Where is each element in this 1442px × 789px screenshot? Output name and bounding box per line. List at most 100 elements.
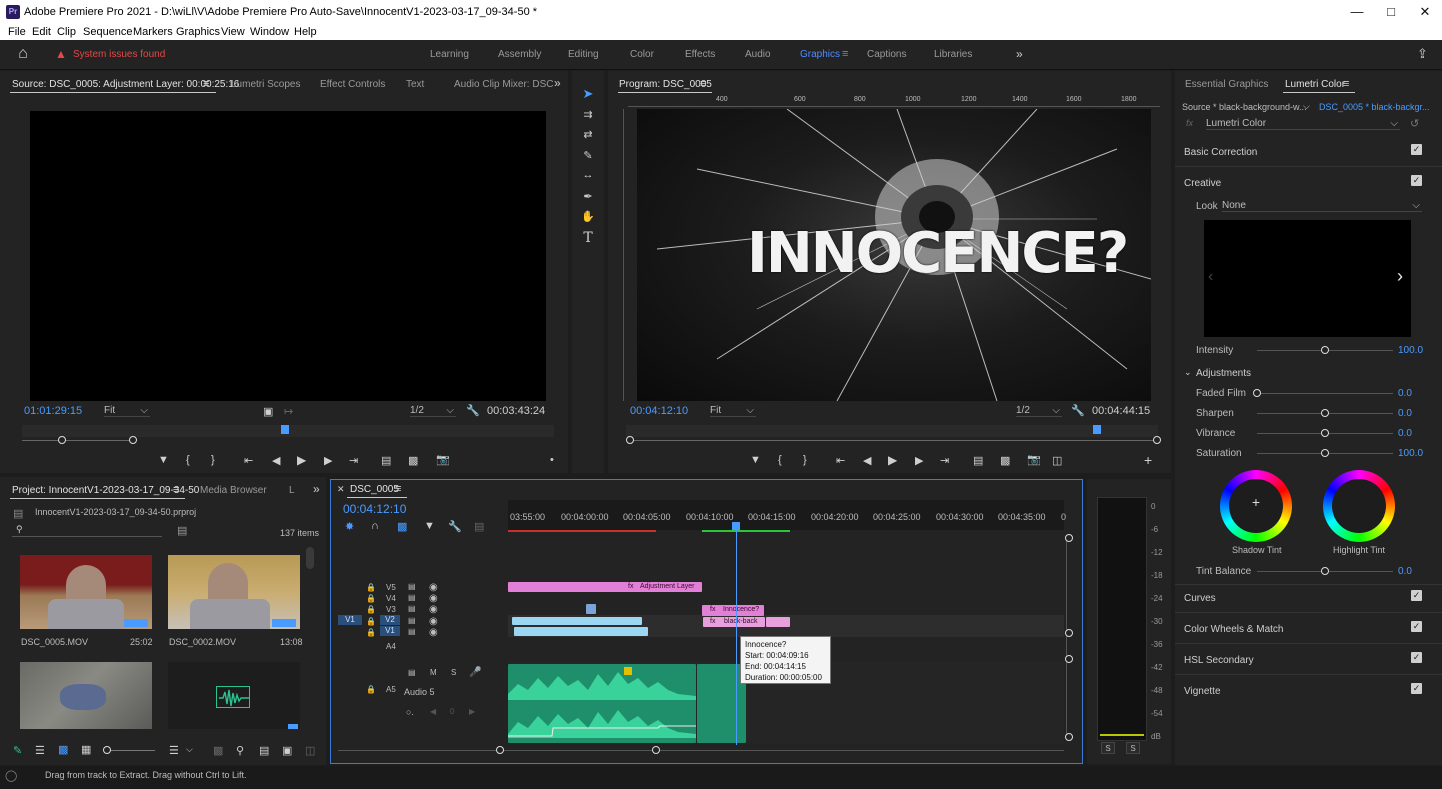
menu-clip[interactable]: Clip — [57, 26, 76, 38]
look-select[interactable]: None ⌵ — [1222, 200, 1422, 212]
tab-libraries[interactable]: L — [289, 485, 295, 496]
timeline-vertical-scrollbar[interactable] — [1066, 538, 1067, 736]
lock-icon[interactable]: 🔒 — [366, 594, 376, 603]
track-v4-label[interactable]: V4 — [386, 594, 396, 603]
more-tabs-icon[interactable]: » — [554, 76, 561, 90]
menu-file[interactable]: File — [8, 26, 26, 38]
timeline-playhead-handle[interactable] — [732, 522, 740, 530]
section-hsl-secondary[interactable]: HSL Secondary — [1184, 655, 1254, 666]
hand-tool-icon[interactable]: ✋ — [580, 210, 596, 223]
effect-select[interactable]: Lumetri Color ⌵ — [1206, 118, 1400, 130]
workspace-editing[interactable]: Editing — [568, 49, 599, 60]
program-step-forward-icon[interactable]: ▶ — [915, 454, 923, 467]
tab-project[interactable]: Project: InnocentV1-2023-03-17_09-34-50 — [12, 485, 199, 496]
close-icon[interactable]: ✕ — [1408, 3, 1442, 21]
button-editor-icon[interactable]: • — [550, 454, 554, 466]
selection-tool-icon[interactable]: ➤ — [580, 86, 596, 102]
audio-clip-a5-2[interactable] — [697, 664, 746, 743]
list-view-icon[interactable]: ☰ — [35, 744, 45, 757]
faded-film-slider-knob[interactable] — [1253, 389, 1261, 397]
menu-window[interactable]: Window — [250, 26, 289, 38]
tab-essential-graphics[interactable]: Essential Graphics — [1185, 79, 1268, 90]
mark-in-icon[interactable]: { — [186, 454, 190, 466]
sort-dropdown-icon[interactable]: ⌵ — [186, 744, 193, 755]
go-to-in-icon[interactable]: ⇤ — [244, 454, 253, 467]
add-marker-icon[interactable]: ▼ — [158, 454, 169, 466]
vignette-checkbox[interactable]: ✓ — [1411, 683, 1422, 694]
black-back-clip-2[interactable] — [766, 617, 790, 627]
v1-clip-group[interactable] — [514, 627, 648, 636]
program-playhead[interactable] — [1093, 425, 1101, 434]
program-export-frame-icon[interactable]: 📷 — [1027, 453, 1041, 466]
timeline-timecode[interactable]: 00:04:12:10 — [343, 502, 406, 516]
sharpen-slider-knob[interactable] — [1321, 409, 1329, 417]
tab-lumetri-color[interactable]: Lumetri Color — [1285, 79, 1345, 90]
lock-icon[interactable]: 🔒 — [366, 583, 376, 592]
tint-balance-slider-knob[interactable] — [1321, 567, 1329, 575]
thumbnail-audio-item[interactable] — [168, 662, 300, 729]
solo-button[interactable]: S — [451, 668, 456, 677]
sync-lock-icon[interactable]: ▤ — [408, 616, 416, 625]
workspace-graphics[interactable]: Graphics — [800, 49, 840, 60]
play-icon[interactable]: ▶ — [297, 453, 306, 467]
settings-square-icon[interactable]: ▣ — [263, 405, 273, 418]
new-bin-from-search-icon[interactable]: ▤ — [177, 524, 187, 537]
workspace-audio[interactable]: Audio — [745, 49, 771, 60]
track-a4-label[interactable]: A4 — [386, 642, 396, 651]
program-go-to-in-icon[interactable]: ⇤ — [836, 454, 845, 467]
type-tool-icon[interactable]: T — [580, 230, 596, 246]
source-zoom-end-handle[interactable] — [129, 436, 137, 444]
source-playhead[interactable] — [281, 425, 289, 434]
workspace-assembly[interactable]: Assembly — [498, 49, 541, 60]
section-basic-correction[interactable]: Basic Correction — [1184, 147, 1257, 158]
menu-markers[interactable]: Markers — [133, 26, 173, 38]
program-zoom-end-handle[interactable] — [1153, 436, 1161, 444]
workspace-menu-icon[interactable]: ≡ — [842, 48, 848, 60]
lumetri-source-label[interactable]: Source * black-background-w... — [1182, 102, 1307, 112]
tab-audio-clip-mixer[interactable]: Audio Clip Mixer: DSC — [454, 79, 553, 90]
curves-checkbox[interactable]: ✓ — [1411, 590, 1422, 601]
menu-sequence[interactable]: Sequence — [83, 26, 133, 38]
project-menu-icon[interactable]: ≡ — [173, 484, 179, 496]
intensity-value[interactable]: 100.0 — [1398, 345, 1423, 356]
adjustments-label[interactable]: Adjustments — [1196, 368, 1251, 379]
section-color-wheels[interactable]: Color Wheels & Match — [1184, 624, 1283, 635]
source-resolution-select[interactable]: 1/2 ⌵ — [410, 405, 456, 417]
section-curves[interactable]: Curves — [1184, 593, 1216, 604]
workspace-effects[interactable]: Effects — [685, 49, 715, 60]
innocence-clip[interactable]: fx Innocence? — [702, 605, 764, 616]
track-v1-label[interactable]: V1 — [380, 626, 400, 636]
program-timecode[interactable]: 00:04:12:10 — [630, 405, 688, 417]
saturation-slider-knob[interactable] — [1321, 449, 1329, 457]
linked-selection-icon[interactable]: ▩ — [397, 520, 407, 533]
workspace-libraries[interactable]: Libraries — [934, 49, 972, 60]
sync-lock-icon[interactable]: ▤ — [408, 582, 416, 591]
go-to-out-icon[interactable]: ⇥ — [349, 454, 358, 467]
timeline-settings-icon[interactable]: 🔧 — [448, 520, 462, 533]
adjustment-layer-clip[interactable]: fx Adjustment Layer — [508, 582, 702, 592]
adjustments-expand-icon[interactable]: ⌄ — [1184, 367, 1192, 378]
tint-balance-value[interactable]: 0.0 — [1398, 566, 1412, 577]
hsl-secondary-checkbox[interactable]: ✓ — [1411, 652, 1422, 663]
source-dropdown-icon[interactable]: ⌵ — [1303, 101, 1310, 112]
audio-keyframe-icon[interactable]: ○. — [406, 707, 414, 717]
program-zoom-select[interactable]: Fit ⌵ — [710, 405, 756, 417]
thumbnail-size-knob[interactable] — [103, 746, 111, 754]
sync-lock-icon[interactable]: ▤ — [408, 627, 416, 636]
extract-icon[interactable]: ▩ — [1000, 454, 1010, 467]
item-name-0[interactable]: DSC_0005.MOV — [21, 637, 88, 647]
voiceover-icon[interactable]: 🎤 — [469, 667, 481, 678]
section-creative[interactable]: Creative — [1184, 178, 1221, 189]
menu-help[interactable]: Help — [294, 26, 317, 38]
eye-icon[interactable]: ◉ — [429, 627, 438, 638]
item-name-1[interactable]: DSC_0002.MOV — [169, 637, 236, 647]
lock-icon[interactable]: 🔒 — [366, 605, 376, 614]
eye-icon[interactable]: ◉ — [429, 582, 438, 593]
mark-out-icon[interactable]: } — [211, 454, 215, 466]
faded-film-slider-track[interactable] — [1257, 393, 1393, 394]
export-frame-icon[interactable]: 📷 — [436, 453, 450, 466]
vibrance-slider-knob[interactable] — [1321, 429, 1329, 437]
new-bin-icon[interactable]: ▤ — [259, 744, 269, 757]
insert-icon[interactable]: ▤ — [381, 454, 391, 467]
program-menu-icon[interactable]: ≡ — [700, 78, 706, 90]
